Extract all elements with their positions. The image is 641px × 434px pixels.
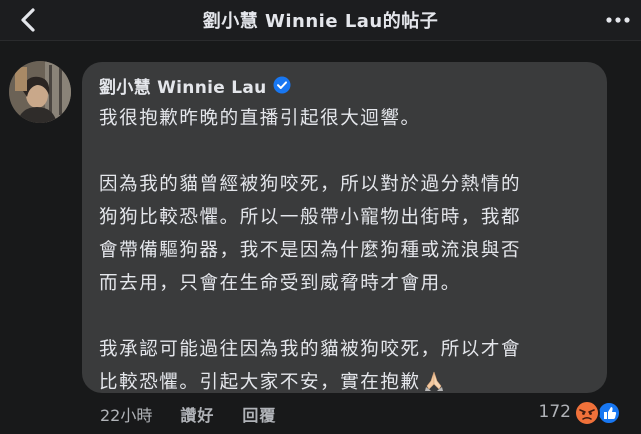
top-bar: 劉小慧 Winnie Lau的帖子 (0, 0, 641, 41)
comment-author[interactable]: 劉小慧 Winnie Lau (99, 73, 267, 98)
comment-line: 會帶備驅狗器，我不是因為什麼狗種或流浪與否 (99, 240, 522, 261)
comment-line: 狗狗比較恐懼。所以一般帶小寵物出街時，我都 (99, 207, 522, 228)
angry-reaction-icon (574, 400, 600, 426)
comment-text: 我很抱歉昨晚的直播引起很大迴響。 因為我的貓曾經被狗咬死，所以對於過分熱情的 狗… (99, 102, 599, 399)
avatar[interactable] (9, 61, 71, 123)
like-button[interactable]: 讚好 (180, 402, 214, 426)
comment-actions: 22小時 讚好 回覆 (100, 402, 304, 426)
comment-line: 而去用，只會在生命受到威脅時才會用。 (99, 273, 461, 294)
folded-hands-icon (424, 371, 443, 391)
comment-line: 我很抱歉昨晚的直播引起很大迴響。 (99, 108, 421, 129)
reactions-summary[interactable] (573, 399, 625, 427)
comment-line: 我承認可能過往因為我的貓被狗咬死，所以才會 (99, 339, 522, 360)
reaction-count[interactable]: 172 (539, 402, 571, 422)
comment-time[interactable]: 22小時 (100, 402, 152, 426)
comment-line: 比較恐懼。引起大家不安，實在抱歉 (99, 372, 421, 393)
more-horizontal-icon[interactable] (603, 8, 633, 32)
page-title: 劉小慧 Winnie Lau的帖子 (202, 11, 439, 32)
like-reaction-icon (597, 401, 621, 425)
reply-button[interactable]: 回覆 (242, 402, 276, 426)
comment-author-row: 劉小慧 Winnie Lau (99, 73, 291, 98)
comment-line: 因為我的貓曾經被狗咬死，所以對於過分熱情的 (99, 174, 522, 195)
comment-line-last: 比較恐懼。引起大家不安，實在抱歉 (99, 366, 599, 399)
comment-bubble: 劉小慧 Winnie Lau 我很抱歉昨晚的直播引起很大迴響。 因為我的貓曾經被… (82, 62, 607, 393)
verified-badge-icon (273, 76, 291, 94)
avatar-photo-icon (9, 61, 71, 123)
